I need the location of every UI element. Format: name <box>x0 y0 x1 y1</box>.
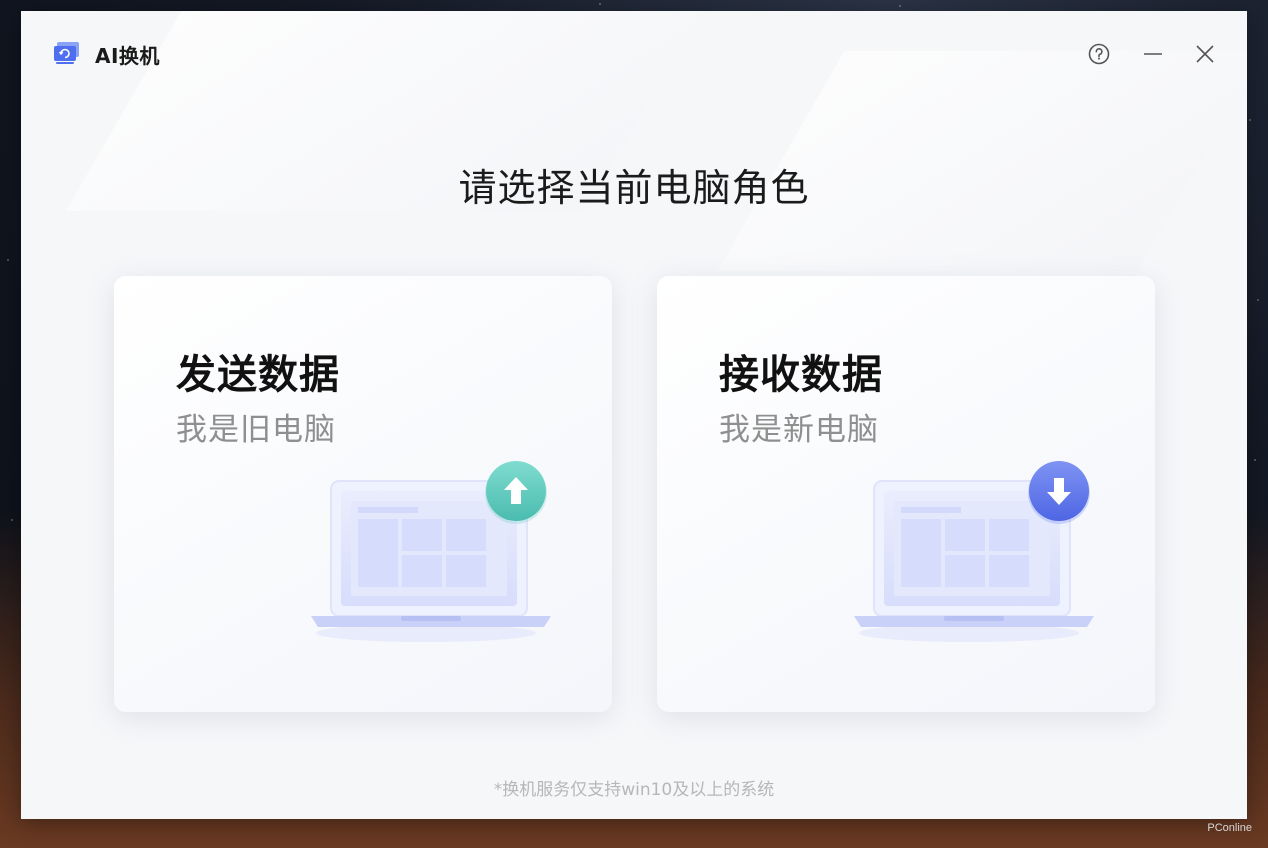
minimize-button[interactable] <box>1142 43 1164 65</box>
app-title: AI换机 <box>95 44 160 68</box>
card-subtitle: 我是旧电脑 <box>176 412 336 448</box>
send-data-card[interactable]: 发送数据 我是旧电脑 <box>114 276 612 712</box>
watermark: PConline <box>1207 822 1252 834</box>
close-icon <box>1196 45 1214 63</box>
page-title: 请选择当前电脑角色 <box>458 166 810 210</box>
screen-swap-icon <box>54 42 79 64</box>
close-button[interactable] <box>1194 43 1216 65</box>
help-button[interactable] <box>1088 43 1110 65</box>
card-title: 接收数据 <box>719 352 883 398</box>
help-icon <box>1088 43 1110 65</box>
laptop-illustration <box>854 461 1094 642</box>
receive-data-card[interactable]: 接收数据 我是新电脑 <box>657 276 1155 712</box>
card-subtitle: 我是新电脑 <box>719 412 879 448</box>
card-title: 发送数据 <box>176 352 340 398</box>
laptop-illustration <box>311 461 551 642</box>
title-bar[interactable]: AI换机 <box>21 11 1247 91</box>
app-window: AI换机 请选择当前电脑角色 发送数据 我是旧电脑 接收数据 我是新电脑 *换机… <box>21 11 1247 819</box>
minimize-icon <box>1144 53 1162 55</box>
system-requirement-note: *换机服务仅支持win10及以上的系统 <box>493 780 775 800</box>
